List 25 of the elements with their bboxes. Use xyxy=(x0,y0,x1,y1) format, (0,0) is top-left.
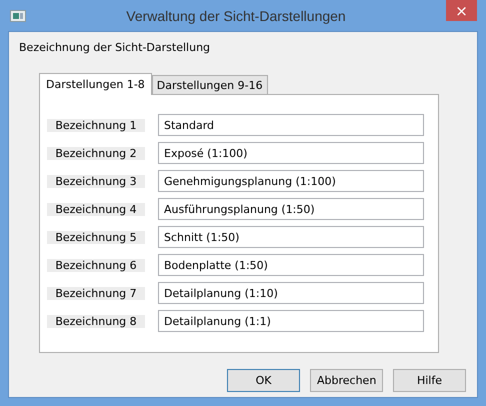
text-field[interactable]: Bodenplatte (1:50) xyxy=(158,254,424,276)
field-label: Bezeichnung 1 xyxy=(47,118,145,132)
text-field[interactable]: Standard xyxy=(158,114,424,136)
dialog-button[interactable]: OK xyxy=(227,369,300,392)
text-field[interactable]: Schnitt (1:50) xyxy=(158,226,424,248)
text-field[interactable]: Detailplanung (1:1) xyxy=(158,310,424,332)
text-field[interactable]: Detailplanung (1:10) xyxy=(158,282,424,304)
window-title: Verwaltung der Sicht-Darstellungen xyxy=(125,8,347,24)
text-field[interactable]: Genehmigungsplanung (1:100) xyxy=(158,170,424,192)
window-icon xyxy=(10,10,26,22)
field-label: Bezeichnung 4 xyxy=(47,202,145,216)
close-button[interactable]: × xyxy=(446,0,477,21)
group-label: Bezeichnung der Sicht-Darstellung xyxy=(19,41,212,56)
field-label: Bezeichnung 7 xyxy=(47,286,145,300)
field-label: Bezeichnung 6 xyxy=(47,258,145,272)
text-field[interactable]: Ausführungsplanung (1:50) xyxy=(158,198,424,220)
field-label: Bezeichnung 5 xyxy=(47,230,145,244)
field-label: Bezeichnung 2 xyxy=(47,146,145,160)
tab[interactable]: Darstellungen 9-16 xyxy=(152,75,268,94)
tab[interactable]: Darstellungen 1-8 xyxy=(39,73,152,95)
dialog-button[interactable]: Abbrechen xyxy=(310,369,383,392)
dialog-button[interactable]: Hilfe xyxy=(393,369,466,392)
field-label: Bezeichnung 8 xyxy=(47,314,145,328)
field-label: Bezeichnung 3 xyxy=(47,174,145,188)
text-field[interactable]: Exposé (1:100) xyxy=(158,142,424,164)
